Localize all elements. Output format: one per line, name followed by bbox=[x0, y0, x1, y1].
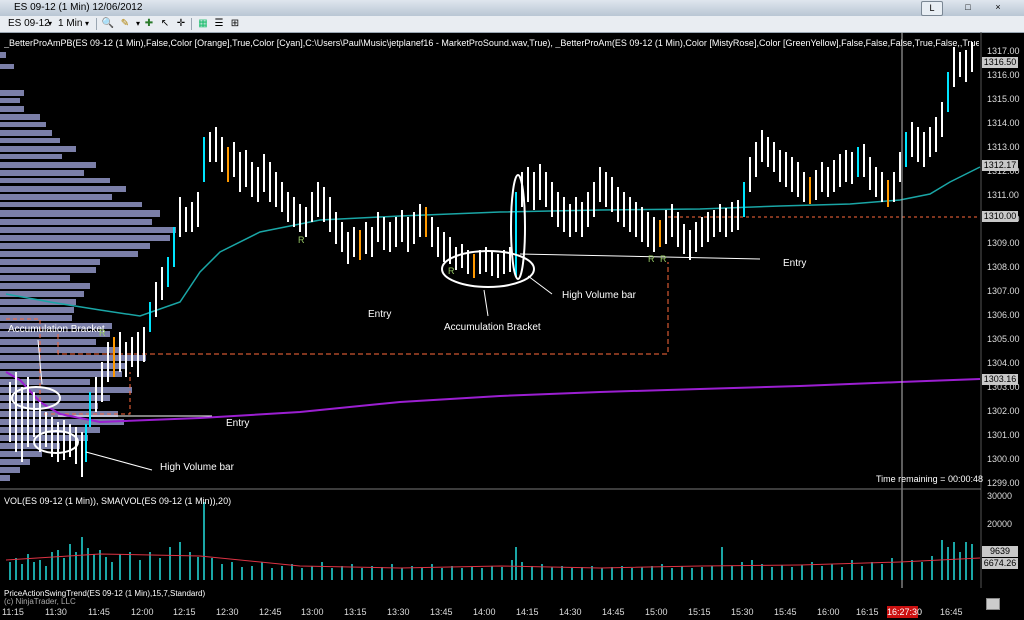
crosshair-icon[interactable]: ✛ bbox=[174, 17, 188, 30]
annotation-high-volume-left: High Volume bar bbox=[160, 462, 234, 473]
price-axis-label: 1313.00 bbox=[987, 142, 1020, 152]
price-bars bbox=[9, 42, 973, 477]
price-axis-label: 1317.00 bbox=[987, 46, 1020, 56]
volume-value-tag: 9639 bbox=[982, 546, 1018, 557]
toolbar-divider bbox=[96, 18, 97, 30]
r-mark: R bbox=[660, 254, 667, 264]
chart-trader-icon[interactable]: ▦ bbox=[196, 17, 210, 30]
cursor-icon[interactable]: ↖ bbox=[158, 17, 172, 30]
zoom-icon[interactable]: 🔍 bbox=[101, 17, 115, 30]
time-axis-label: 16:15 bbox=[856, 607, 879, 617]
last-price-tag: 1316.50 bbox=[982, 57, 1018, 68]
time-axis-label: 14:00 bbox=[473, 607, 496, 617]
close-button[interactable]: × bbox=[988, 1, 1008, 14]
annotation-high-volume-center: High Volume bar bbox=[562, 290, 636, 301]
annotation-accumulation-left: Accumulation Bracket bbox=[8, 324, 105, 335]
time-axis-label: 11:45 bbox=[88, 607, 110, 617]
interval-selector[interactable]: 1 Min bbox=[58, 17, 82, 30]
data-box-icon[interactable]: ⊞ bbox=[228, 17, 242, 30]
time-axis-label: 13:15 bbox=[344, 607, 367, 617]
price-axis-label: 1302.00 bbox=[987, 406, 1020, 416]
time-axis-label: 14:15 bbox=[516, 607, 539, 617]
price-axis-label: 1304.00 bbox=[987, 358, 1020, 368]
r-mark: R bbox=[648, 254, 655, 264]
indicator-label: _BetterProAmPB(ES 09-12 (1 Min),False,Co… bbox=[4, 38, 979, 48]
price-axis-label: 1299.00 bbox=[987, 478, 1020, 488]
volume-sma-tag: 6674.26 bbox=[982, 558, 1018, 569]
time-axis-label: 14:30 bbox=[559, 607, 582, 617]
time-axis-label: 12:15 bbox=[173, 607, 196, 617]
time-axis-label: 15:00 bbox=[645, 607, 668, 617]
time-axis-label: 11:30 bbox=[45, 607, 67, 617]
annotation-entry-left: Entry bbox=[226, 418, 250, 429]
indicator-icon[interactable]: ✚ bbox=[142, 17, 156, 30]
volume-axis-label: 30000 bbox=[987, 491, 1013, 501]
price-axis-label: 1307.00 bbox=[987, 286, 1020, 296]
price-axis-label: 1314.00 bbox=[987, 118, 1020, 128]
price-axis-label: 1315.00 bbox=[987, 94, 1020, 104]
cursor-time-tag: 16:27:30 bbox=[887, 606, 923, 618]
time-axis-label: 13:00 bbox=[301, 607, 324, 617]
pointer-line bbox=[85, 451, 153, 471]
chart-toolbar: ES 09-12 ▾ 1 Min ▾ 🔍 ✎ ▾ ✚ ↖ ✛ ▦ ☰ ⊞ bbox=[0, 16, 1024, 33]
level-price-tag: 1310.00 bbox=[982, 211, 1018, 222]
instrument-dropdown-icon[interactable]: ▾ bbox=[48, 17, 52, 30]
r-mark: R bbox=[448, 266, 455, 276]
time-axis-label: 13:30 bbox=[387, 607, 410, 617]
window-titlebar: ES 09-12 (1 Min) 12/06/2012 L □ × bbox=[0, 0, 1024, 16]
time-axis-label: 12:30 bbox=[216, 607, 239, 617]
pointer-line bbox=[527, 275, 553, 295]
volume-bars bbox=[9, 502, 973, 580]
price-axis-label: 1308.00 bbox=[987, 262, 1020, 272]
lock-button[interactable]: L bbox=[921, 1, 943, 16]
annotation-entry-center: Entry bbox=[368, 309, 392, 320]
maximize-button[interactable]: □ bbox=[958, 1, 978, 14]
volume-profile bbox=[0, 52, 176, 481]
scroll-button[interactable] bbox=[986, 598, 1000, 610]
time-axis-label: 11:15 bbox=[2, 607, 24, 617]
properties-icon[interactable]: ☰ bbox=[212, 17, 226, 30]
window-title: ES 09-12 (1 Min) 12/06/2012 bbox=[14, 2, 143, 13]
pencil-icon[interactable]: ✎ bbox=[118, 17, 132, 30]
ma-purple-line bbox=[5, 371, 981, 424]
price-axis-label: 1309.00 bbox=[987, 238, 1020, 248]
volume-sma-line bbox=[5, 553, 981, 569]
time-axis-label: 13:45 bbox=[430, 607, 453, 617]
time-axis-label: 12:45 bbox=[259, 607, 282, 617]
volume-axis-label: 20000 bbox=[987, 519, 1013, 529]
ma1-price-tag: 1312.17 bbox=[982, 160, 1018, 171]
annotation-entry-right: Entry bbox=[783, 258, 807, 269]
ma2-price-tag: 1303.16 bbox=[982, 374, 1018, 385]
price-axis-label: 1316.00 bbox=[987, 70, 1020, 80]
time-axis-label: 14:45 bbox=[602, 607, 625, 617]
interval-dropdown-icon[interactable]: ▾ bbox=[85, 17, 89, 30]
time-axis-label: 15:15 bbox=[688, 607, 711, 617]
high-volume-ellipse-center bbox=[510, 174, 526, 280]
price-axis-label: 1306.00 bbox=[987, 310, 1020, 320]
annotation-accumulation-center: Accumulation Bracket bbox=[444, 322, 541, 333]
volume-panel-title: VOL(ES 09-12 (1 Min)), SMA(VOL(ES 09-12 … bbox=[4, 496, 232, 506]
pointer-line bbox=[483, 289, 489, 317]
entry-line-right bbox=[519, 253, 761, 260]
price-axis-label: 1300.00 bbox=[987, 454, 1020, 464]
time-axis-label: 16:45 bbox=[940, 607, 963, 617]
time-axis-label: 15:30 bbox=[731, 607, 754, 617]
price-axis-label: 1301.00 bbox=[987, 430, 1020, 440]
r-mark: R bbox=[99, 328, 106, 338]
time-axis-label: 16:00 bbox=[817, 607, 840, 617]
instrument-selector[interactable]: ES 09-12 bbox=[8, 17, 50, 30]
price-axis-label: 1305.00 bbox=[987, 334, 1020, 344]
copyright-label: (c) NinjaTrader, LLC bbox=[4, 597, 76, 606]
toolbar-divider bbox=[191, 18, 192, 30]
time-axis-label: 12:00 bbox=[131, 607, 154, 617]
time-remaining: Time remaining = 00:00:48 bbox=[876, 474, 983, 484]
price-axis-label: 1311.00 bbox=[987, 190, 1019, 200]
r-mark: R bbox=[298, 235, 305, 245]
time-axis-label: 15:45 bbox=[774, 607, 797, 617]
